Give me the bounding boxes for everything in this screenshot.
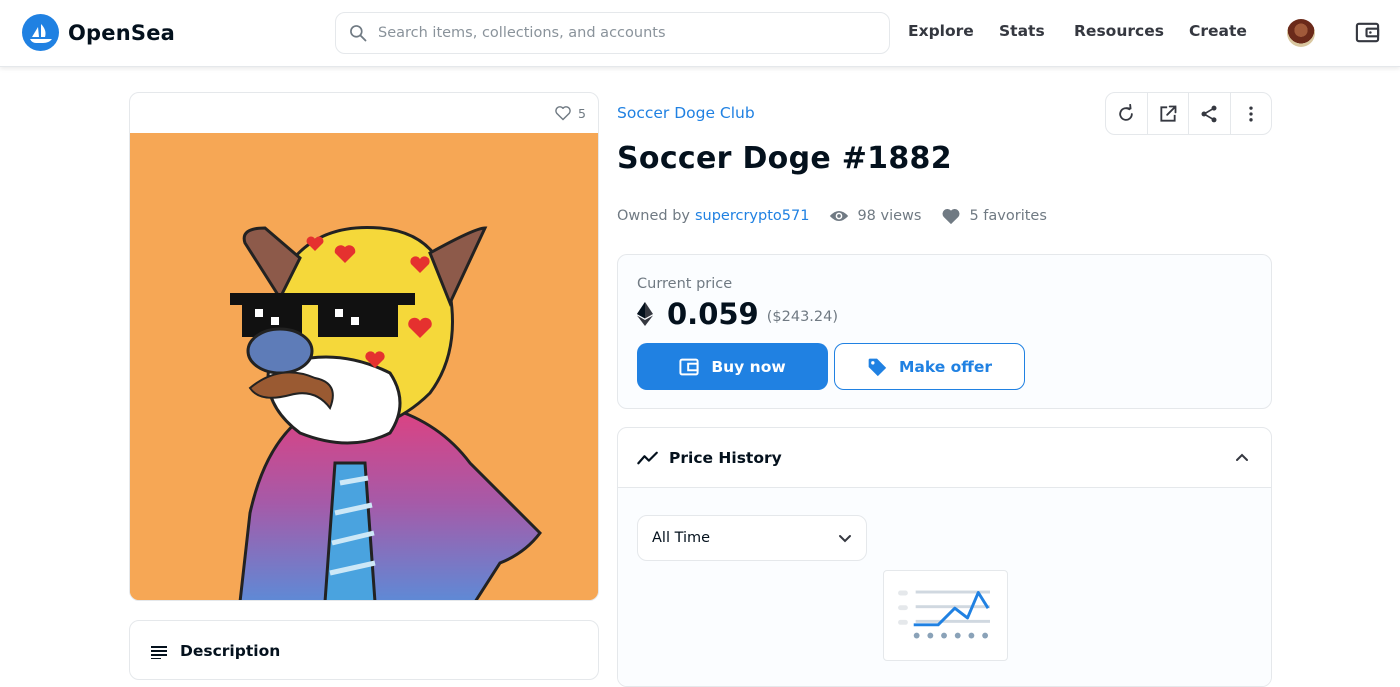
nav-resources[interactable]: Resources xyxy=(1074,22,1164,40)
chevron-up-icon xyxy=(1236,453,1248,461)
views-stat: 98 views xyxy=(829,208,921,224)
more-options-button[interactable] xyxy=(1231,93,1272,134)
external-link-button[interactable] xyxy=(1148,93,1189,134)
time-range-value: All Time xyxy=(652,530,711,546)
price-label: Current price xyxy=(637,276,733,292)
owned-by-label: Owned by xyxy=(617,208,690,224)
search-bar[interactable] xyxy=(335,12,890,54)
favorites-count: 5 favorites xyxy=(969,208,1047,224)
nft-image-card: 5 xyxy=(129,92,599,601)
nav-explore[interactable]: Explore xyxy=(908,22,974,40)
item-toolbar xyxy=(1105,92,1272,135)
favorite-count: 5 xyxy=(578,105,586,121)
buy-now-label: Buy now xyxy=(711,357,786,376)
price-history-panel: Price History All Time xyxy=(617,427,1272,687)
search-input[interactable] xyxy=(378,25,858,41)
refresh-icon xyxy=(1119,103,1134,121)
share-icon xyxy=(1201,105,1217,122)
price-history-title: Price History xyxy=(669,448,782,467)
wallet-icon xyxy=(679,358,699,375)
make-offer-button[interactable]: Make offer xyxy=(834,343,1025,390)
time-range-select[interactable]: All Time xyxy=(637,515,867,561)
brand-name: OpenSea xyxy=(68,20,176,45)
price-row: 0.059 ($243.24) xyxy=(637,297,838,331)
item-title: Soccer Doge #1882 xyxy=(617,141,952,176)
trending-icon xyxy=(637,451,658,464)
refresh-button[interactable] xyxy=(1106,93,1148,134)
chevron-down-icon xyxy=(839,535,851,543)
description-title: Description xyxy=(180,642,281,660)
more-vertical-icon xyxy=(1249,106,1253,121)
price-history-body: All Time xyxy=(618,488,1271,686)
price-usd: ($243.24) xyxy=(766,309,839,325)
nav-stats[interactable]: Stats xyxy=(999,22,1045,40)
eye-icon xyxy=(830,211,849,221)
tag-icon xyxy=(868,358,887,376)
favorite-button[interactable]: 5 xyxy=(554,105,586,121)
share-button[interactable] xyxy=(1189,93,1231,134)
top-nav: OpenSea Explore Stats Resources Create xyxy=(0,0,1400,67)
make-offer-label: Make offer xyxy=(898,357,993,376)
owner-link[interactable]: supercrypto571 xyxy=(695,208,809,224)
logo[interactable]: OpenSea xyxy=(22,14,175,51)
price-history-header[interactable]: Price History xyxy=(618,428,1271,488)
item-meta: Owned by supercrypto571 98 views 5 favor… xyxy=(617,207,1047,225)
price-panel: Current price 0.059 ($243.24) Buy now Ma… xyxy=(617,254,1272,409)
opensea-logo-icon xyxy=(22,14,59,51)
favorites-stat: 5 favorites xyxy=(941,207,1047,225)
list-icon xyxy=(151,646,167,659)
nft-image[interactable] xyxy=(130,133,599,601)
buy-now-button[interactable]: Buy now xyxy=(637,343,828,390)
profile-avatar[interactable] xyxy=(1287,19,1315,47)
search-icon xyxy=(350,25,367,42)
views-count: 98 views xyxy=(857,208,922,224)
heart-outline-icon xyxy=(555,106,571,121)
heart-icon xyxy=(942,208,960,225)
price-value: 0.059 xyxy=(667,297,759,331)
wallet-icon[interactable] xyxy=(1354,19,1381,46)
description-panel[interactable]: Description xyxy=(129,620,599,680)
image-card-header: 5 xyxy=(130,93,598,133)
external-link-icon xyxy=(1160,105,1177,122)
nav-create[interactable]: Create xyxy=(1189,22,1247,40)
ethereum-icon xyxy=(637,302,653,326)
empty-chart-illustration xyxy=(883,570,1008,661)
collection-link[interactable]: Soccer Doge Club xyxy=(617,104,755,122)
